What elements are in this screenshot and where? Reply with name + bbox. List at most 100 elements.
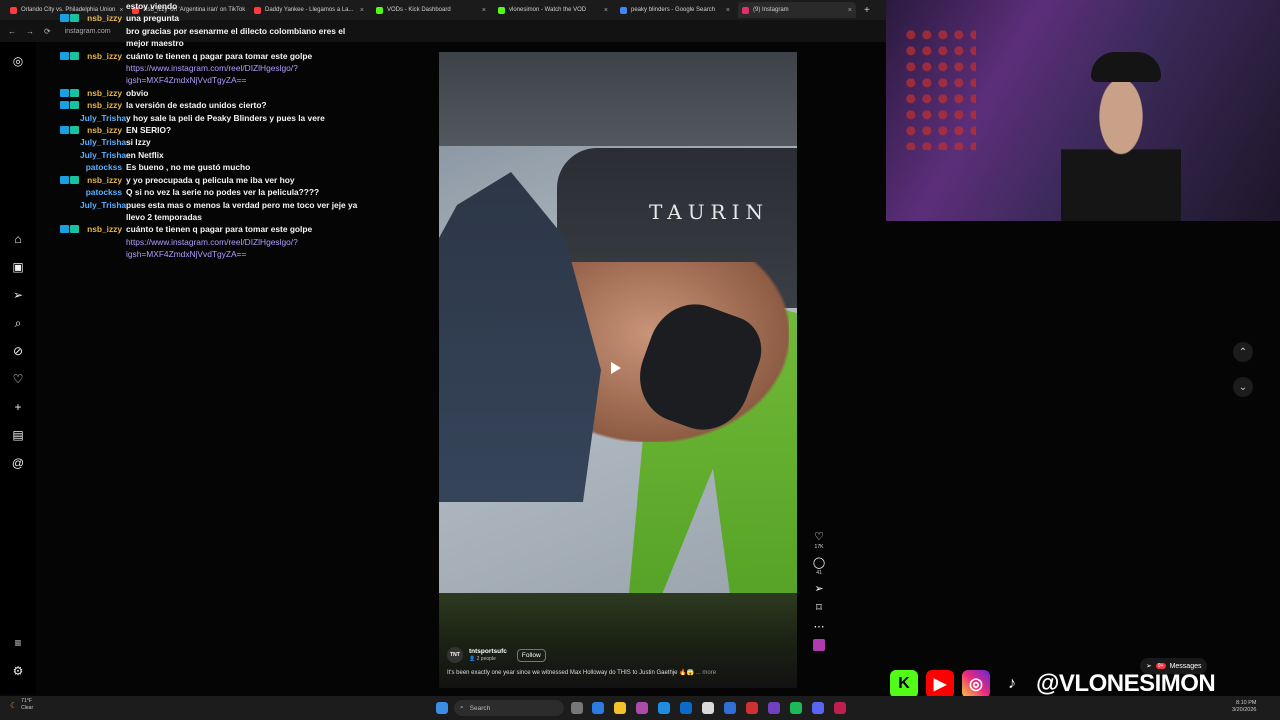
edge-icon[interactable]	[658, 702, 670, 714]
chat-badges	[60, 174, 80, 184]
chat-text: pues esta mas o menos la verdad pero me …	[126, 199, 360, 224]
notifications-icon[interactable]: ♡	[11, 372, 25, 386]
chat-link[interactable]: https://www.instagram.com/reel/DIZlHgesl…	[126, 63, 298, 85]
comment-button[interactable]: ◯ 41	[810, 556, 828, 576]
streamer-handle: @VLONESIMON	[1036, 670, 1216, 697]
create-icon[interactable]: +	[11, 400, 25, 414]
close-tab-icon[interactable]: ×	[360, 7, 364, 14]
discord-icon[interactable]	[812, 702, 824, 714]
play-icon[interactable]	[611, 362, 621, 374]
chat-link[interactable]: https://www.instagram.com/reel/DIZlHgesl…	[126, 237, 298, 259]
more-button[interactable]: ⋯	[810, 620, 828, 633]
chat-message: nsb_izzy una pregunta	[60, 12, 360, 24]
close-tab-icon[interactable]: ×	[482, 7, 486, 14]
close-tab-icon[interactable]: ×	[604, 7, 608, 14]
streamer	[1061, 60, 1181, 221]
more-link[interactable]: ... more	[696, 670, 716, 676]
tab-label: vlonesimon - Watch the VOD	[509, 7, 587, 13]
chat-username[interactable]: July_Trisha	[80, 149, 126, 161]
chat-username[interactable]: July_Trisha	[80, 136, 126, 148]
reel-caption: TNT tntsportsufc 👤 2 people Follow It's …	[447, 647, 792, 676]
search-icon: ⌕	[460, 704, 464, 711]
browser-tab[interactable]: (9) Instagram ×	[738, 2, 856, 18]
forward-icon[interactable]: →	[26, 27, 34, 36]
chat-username[interactable]: nsb_izzy	[80, 223, 122, 235]
chat-message: nsb_izzy EN SERIO?	[60, 124, 360, 136]
outlook-icon[interactable]	[680, 702, 692, 714]
chat-badges	[60, 186, 80, 188]
chat-text: obvio	[126, 87, 360, 99]
app-icon[interactable]	[768, 702, 780, 714]
dashboard-icon[interactable]: ▤	[11, 428, 25, 442]
task-view-icon[interactable]	[571, 702, 583, 714]
messages-icon[interactable]: ➢	[11, 288, 25, 302]
file-explorer-icon[interactable]	[614, 702, 626, 714]
chat-username[interactable]: nsb_izzy	[80, 50, 122, 62]
search-icon[interactable]: ⌕	[11, 316, 25, 330]
app-icon[interactable]	[724, 702, 736, 714]
chat-username[interactable]: July_Trisha	[80, 112, 126, 124]
chrome-icon[interactable]	[592, 702, 604, 714]
explore-icon[interactable]: ⊘	[11, 344, 25, 358]
system-clock[interactable]: 8:10 PM 3/20/2026	[1232, 700, 1256, 714]
close-tab-icon[interactable]: ×	[848, 7, 852, 14]
app-icon[interactable]	[636, 702, 648, 714]
chat-badges	[60, 25, 80, 27]
messages-badge: 9+	[1155, 663, 1166, 669]
subscriber-badge-icon	[70, 126, 79, 135]
subscriber-badge-icon	[60, 175, 69, 184]
audio-button[interactable]	[810, 639, 828, 651]
app-icon[interactable]	[834, 702, 846, 714]
app-icon[interactable]	[746, 702, 758, 714]
reload-icon[interactable]: ⟳	[44, 27, 51, 36]
reels-icon[interactable]: ▣	[11, 260, 25, 274]
browser-tab[interactable]: VODs - Kick Dashboard ×	[372, 2, 490, 18]
chat-text: una pregunta	[126, 12, 360, 24]
avatar[interactable]: TNT	[447, 647, 463, 663]
chat-username[interactable]: nsb_izzy	[80, 174, 122, 186]
chat-username[interactable]: patockss	[80, 161, 122, 173]
tab-favicon-icon	[498, 6, 505, 14]
more-apps-icon[interactable]: ⚙	[11, 664, 25, 678]
close-tab-icon[interactable]: ×	[726, 7, 730, 14]
browser-tab[interactable]: peaky blinders - Google Search ×	[616, 2, 734, 18]
share-button[interactable]: ➢	[810, 582, 828, 595]
chat-text: si Izzy	[126, 136, 360, 148]
menu-icon[interactable]: ≡	[11, 636, 25, 650]
store-icon[interactable]	[702, 702, 714, 714]
subscriber-badge-icon	[70, 51, 79, 60]
kick-icon: K	[890, 670, 918, 698]
save-button[interactable]: ⌑	[810, 601, 828, 614]
instagram-logo-icon[interactable]: ◎	[11, 54, 25, 68]
audio-icon	[813, 639, 825, 651]
threads-icon[interactable]: @	[11, 456, 25, 470]
back-icon[interactable]: ←	[8, 27, 16, 36]
home-icon[interactable]: ⌂	[11, 232, 25, 246]
browser-tab[interactable]: vlonesimon - Watch the VOD ×	[494, 2, 612, 18]
follow-button[interactable]: Follow	[516, 648, 546, 662]
account-sub-text: 2 people	[476, 656, 496, 662]
weather-widget[interactable]: ☾ 71°F Clear	[10, 698, 33, 712]
chat-message: July_Trisha y hoy sale la peli de Peaky B…	[60, 112, 360, 124]
subscriber-badge-icon	[70, 88, 79, 97]
account-name[interactable]: tntsportsufc	[469, 648, 507, 656]
chat-message: July_Trisha si Izzy	[60, 136, 360, 148]
previous-reel-button[interactable]: ⌃	[1233, 342, 1253, 362]
like-button[interactable]: ♡ 17K	[810, 530, 828, 550]
tab-label: VODs - Kick Dashboard	[387, 7, 451, 13]
chat-username[interactable]: nsb_izzy	[80, 87, 122, 99]
new-tab-icon[interactable]: +	[864, 5, 870, 16]
windows-start-icon[interactable]	[436, 702, 448, 714]
next-reel-button[interactable]: ⌄	[1233, 377, 1253, 397]
chat-text: cuánto te tienen q pagar para tomar este…	[126, 223, 360, 260]
chat-username[interactable]: nsb_izzy	[80, 124, 122, 136]
chat-username[interactable]: nsb_izzy	[80, 99, 122, 111]
chat-username[interactable]: patockss	[80, 186, 122, 198]
chat-username[interactable]: nsb_izzy	[80, 12, 122, 24]
chat-text: y yo preocupada q pelicula me iba ver ho…	[126, 174, 360, 186]
taskbar-search[interactable]: ⌕ Search	[454, 700, 564, 716]
reel-video[interactable]: TAURIN	[439, 52, 797, 688]
spotify-icon[interactable]	[790, 702, 802, 714]
chat-username[interactable]: July_Trisha	[80, 199, 126, 211]
more-icon: ⋯	[813, 621, 825, 633]
